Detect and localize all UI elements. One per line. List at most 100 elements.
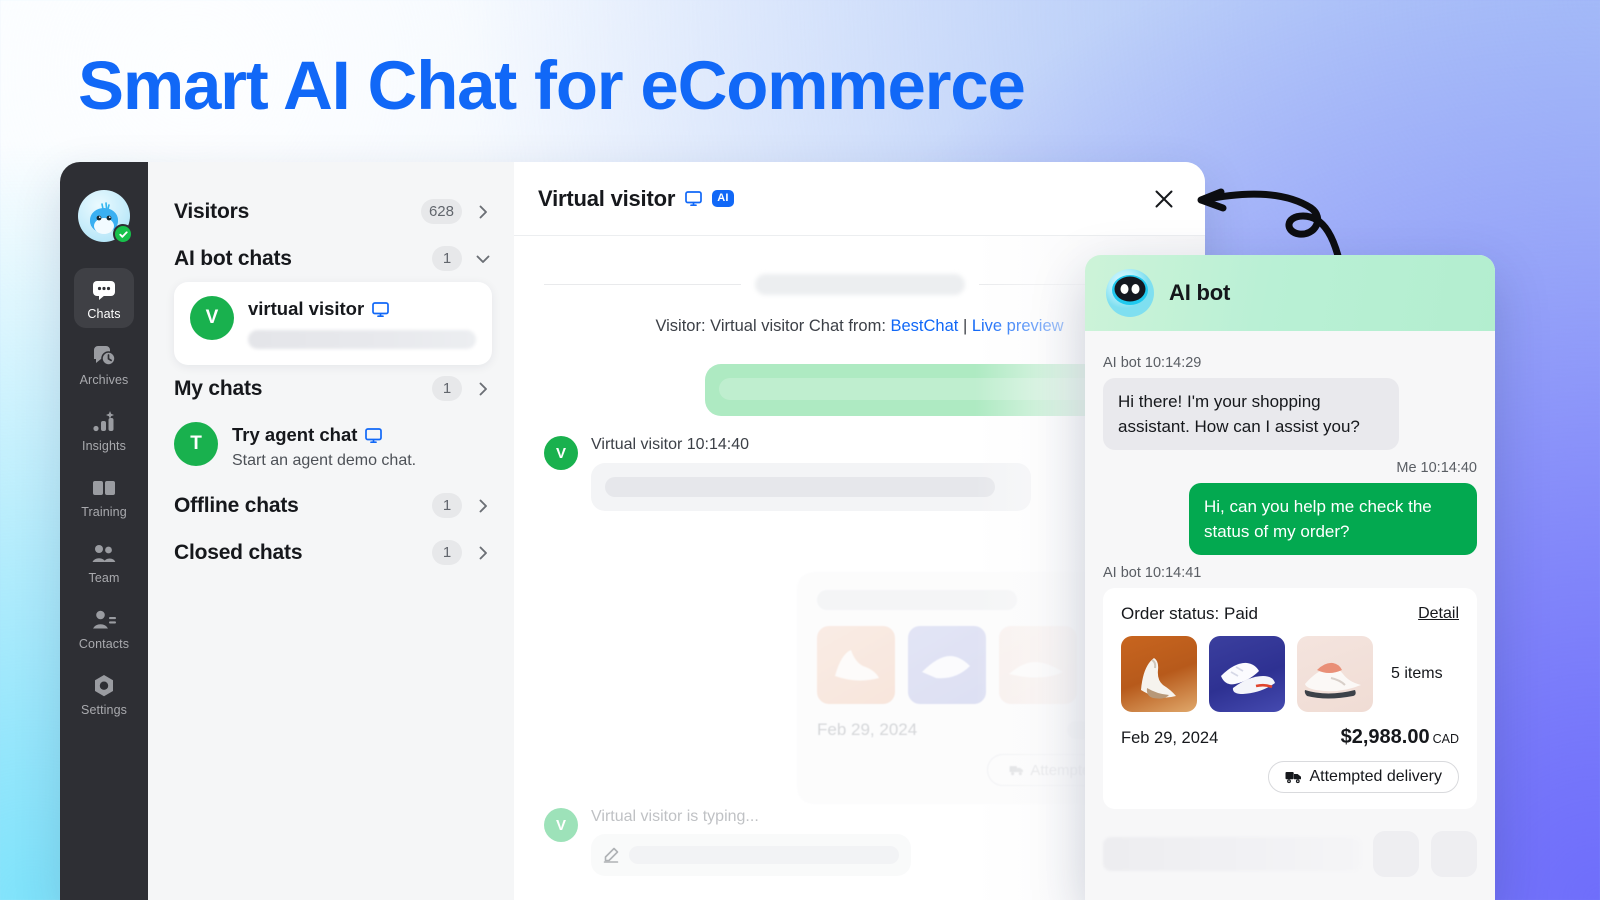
sidebar-nav: Chats Archives Insights Training Team Co… [60,162,148,900]
chat-name-label: virtual visitor [248,298,365,319]
chat-preview-placeholder [248,330,476,349]
section-offline-chats[interactable]: Offline chats 1 [174,482,492,529]
chevron-right-icon[interactable] [476,546,490,560]
incoming-message-placeholder [591,463,1031,511]
attempted-delivery-label: Attempted delivery [1309,768,1442,785]
section-ai-bot-chats[interactable]: AI bot chats 1 [174,235,492,282]
chat-list-item-try-agent-chat[interactable]: T Try agent chat Start an agent demo cha… [174,412,492,482]
ghost-status-placeholder [817,590,1017,610]
avatar: V [544,436,578,470]
avatar: V [544,808,578,842]
bar-chart-sparkle-icon [91,409,117,435]
typing-label: Virtual visitor is typing... [591,808,759,825]
chevron-right-icon[interactable] [476,205,490,219]
sidebar-item-contacts[interactable]: Contacts [74,598,134,658]
order-price-amount: $2,988.00 [1340,726,1430,748]
chat-name-label: Try agent chat [232,424,358,445]
order-total-price: $2,988.00 CAD [1341,726,1459,749]
chat-list-item-virtual-visitor[interactable]: V virtual visitor [174,282,492,365]
section-count: 1 [432,540,462,565]
online-check-badge-icon [113,224,133,244]
order-items-count: 5 items [1391,665,1443,682]
open-book-icon [91,475,117,501]
bot-widget-title: AI bot [1169,280,1231,305]
sneaker-thumb-navy [908,626,986,704]
section-count: 628 [420,199,462,224]
delivery-truck-icon [1285,770,1302,784]
bot-widget-footer [1085,808,1495,900]
close-icon[interactable] [1149,184,1179,214]
chat-preview-label: Start an agent demo chat. [232,452,417,469]
sneaker-thumb-navy[interactable] [1209,636,1285,712]
live-preview-link[interactable]: Live preview [972,317,1064,335]
avatar: V [190,296,234,340]
ai-robot-avatar-icon [1105,268,1155,318]
message-input[interactable] [1103,837,1361,871]
attempted-delivery-button[interactable]: Attempted delivery [1268,761,1459,793]
conversation-title: Virtual visitor [538,185,676,211]
section-label: Closed chats [174,540,303,564]
archive-clock-icon [91,343,117,369]
delivery-truck-icon [1009,764,1024,776]
sidebar-item-archives[interactable]: Archives [74,334,134,394]
sneaker-thumb-beige[interactable] [1297,636,1373,712]
sidebar-item-label: Team [88,571,120,585]
gear-hexagon-icon [91,673,117,699]
page-title: Smart AI Chat for eCommerce [78,47,1026,124]
section-label: Visitors [174,199,250,223]
sidebar-item-settings[interactable]: Settings [74,664,134,724]
app-window: Chats Archives Insights Training Team Co… [60,162,1205,900]
message-meta: Me 10:14:40 [1396,460,1477,476]
ai-badge: AI [712,190,734,207]
order-status-label: Order status: Paid [1121,604,1259,623]
chevron-down-icon[interactable] [476,252,490,266]
sidebar-item-chats[interactable]: Chats [74,268,134,328]
pencil-icon [603,847,619,863]
chat-bubbles-icon [91,277,117,303]
sidebar-item-team[interactable]: Team [74,532,134,592]
chevron-right-icon[interactable] [476,382,490,396]
section-my-chats[interactable]: My chats 1 [174,365,492,412]
sidebar-item-label: Settings [81,703,127,717]
incoming-message: V Virtual visitor 10:14:40 [544,436,1175,511]
widget-action-button[interactable] [1373,831,1419,877]
sidebar-item-label: Contacts [78,637,130,651]
chevron-right-icon[interactable] [476,499,490,513]
desktop-monitor-icon [685,190,703,207]
section-count: 1 [432,493,462,518]
message-meta: Virtual visitor 10:14:40 [591,436,750,453]
divider-line [544,284,741,285]
typing-placeholder [629,846,899,864]
sidebar-item-insights[interactable]: Insights [74,400,134,460]
message-meta: AI bot 10:14:41 [1103,565,1202,581]
chat-list-panel: Visitors 628 AI bot chats 1 V virtual vi… [148,162,514,900]
user-message-bubble: Hi, can you help me check the status of … [1189,483,1477,555]
order-thumbnails: 5 items [1121,636,1459,712]
desktop-monitor-icon [365,427,383,444]
sidebar-item-label: Insights [82,439,126,453]
system-message-separator: | [958,317,972,335]
section-closed-chats[interactable]: Closed chats 1 [174,529,492,576]
section-visitors[interactable]: Visitors 628 [174,188,492,235]
order-detail-link[interactable]: Detail [1418,605,1459,623]
sneaker-thumb-orange[interactable] [1121,636,1197,712]
section-count: 1 [432,376,462,401]
typing-bubble [591,834,911,876]
bot-widget-header: AI bot [1085,255,1495,331]
avatar: T [174,422,218,466]
avatar[interactable] [78,190,133,244]
system-message-prefix: Visitor: Virtual visitor Chat from: [655,317,891,335]
system-message: Visitor: Virtual visitor Chat from: Best… [544,317,1175,336]
date-placeholder [754,274,965,295]
sneaker-thumb-beige [999,626,1077,704]
section-label: My chats [174,376,263,400]
section-label: AI bot chats [174,246,292,270]
conversation-header: Virtual visitor AI [514,162,1205,236]
widget-send-button[interactable] [1431,831,1477,877]
contact-person-icon [91,607,117,633]
bot-message-bubble: Hi there! I'm your shopping assistant. H… [1103,378,1399,450]
sidebar-item-training[interactable]: Training [74,466,134,526]
bestchat-link[interactable]: BestChat [890,317,958,335]
message-meta: AI bot 10:14:29 [1103,355,1202,371]
section-count: 1 [432,246,462,271]
